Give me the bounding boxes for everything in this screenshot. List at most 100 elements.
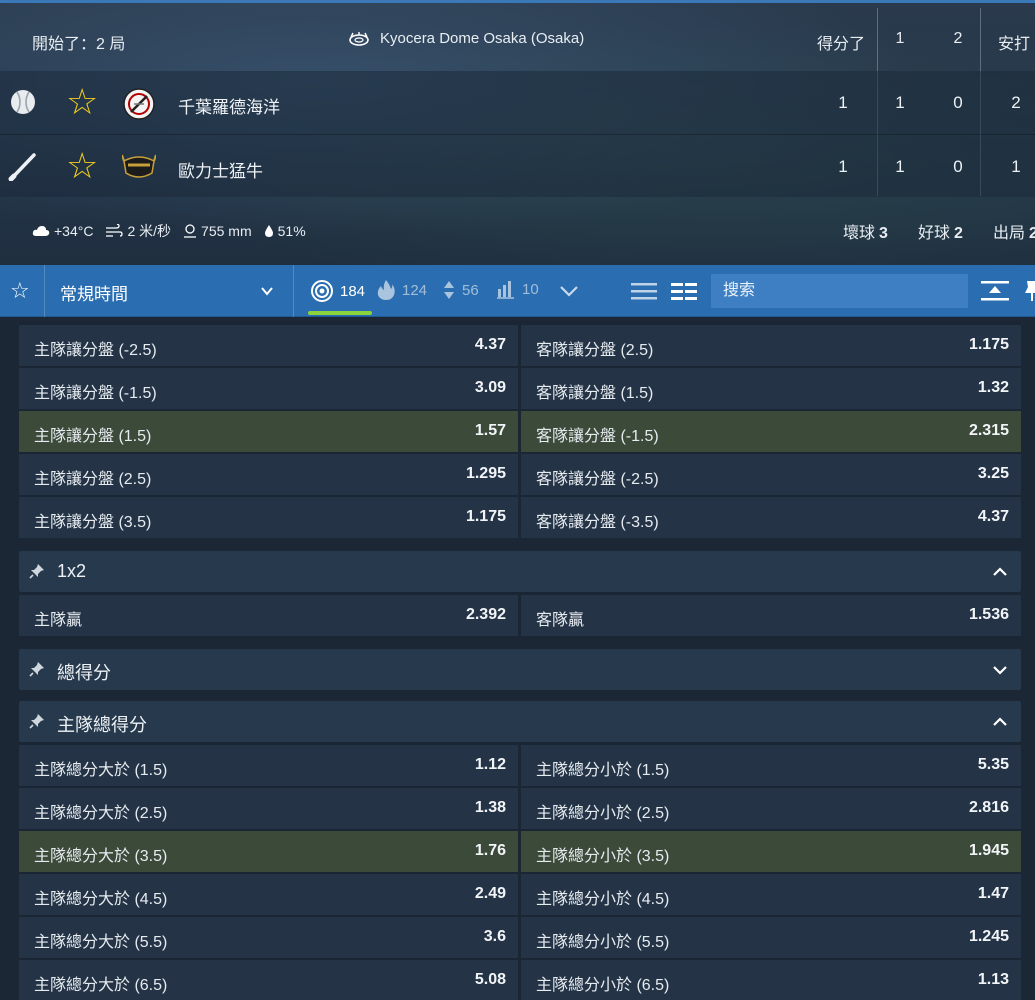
team-logo-marines [123,88,155,120]
odds-value: 3.25 [977,465,1009,482]
market-toolbar: ☆ 常規時間 184 124 56 10 [0,265,1035,317]
odds-button[interactable]: 主隊總分小於 (5.5) 1.245 [521,917,1021,958]
market-header[interactable]: 總得分 [19,649,1021,690]
odds-button[interactable]: 主隊總分小於 (6.5) 1.13 [521,960,1021,1000]
inning-2-label: 2 [953,30,963,47]
balls-count: 壞球 3 [843,219,888,243]
odds-value: 1.76 [474,842,506,859]
favorite-star-icon[interactable]: ☆ [10,279,34,303]
strikes-label: 好球 [918,225,951,242]
odds-value: 1.57 [474,422,506,439]
collapse-all-icon[interactable] [980,279,1010,303]
odds-label: 主隊總分小於 (4.5) [536,891,670,908]
odds-value: 1.12 [474,756,506,773]
list-view-icon[interactable] [630,279,658,303]
odds-label: 主隊總分小於 (3.5) [536,848,670,865]
strikes-count: 好球 2 [918,219,963,243]
stats-icon [497,281,514,299]
odds-value: 4.37 [977,508,1009,525]
filter-stats[interactable]: 10 [496,279,539,299]
pin-icon[interactable] [29,563,45,579]
odds-value: 3.6 [483,928,506,945]
cloud-icon [32,226,50,236]
chevron-down-icon[interactable] [991,661,1009,679]
odds-button[interactable]: 客隊讓分盤 (2.5) 1.175 [521,325,1021,366]
active-filter-indicator [308,311,372,315]
chevron-up-icon[interactable] [991,713,1009,731]
odds-button[interactable]: 主隊總分小於 (1.5) 5.35 [521,745,1021,786]
odds-button[interactable]: 主隊讓分盤 (2.5) 1.295 [19,454,518,495]
filter-popular[interactable]: 124 [376,279,427,301]
odds-value: 1.536 [968,606,1009,623]
outs-value: 2 [1029,225,1035,242]
odds-button[interactable]: 主隊讓分盤 (-1.5) 3.09 [19,368,518,409]
odds-button[interactable]: 主隊總分大於 (6.5) 5.08 [19,960,518,1000]
odds-label: 主隊總分大於 (5.5) [34,934,168,951]
odds-button[interactable]: 主隊總分小於 (2.5) 2.816 [521,788,1021,829]
weather-row: +34°C 2 米/秒 755 mm 51% 壞球 3 好球 2 出局 2 [0,197,1035,259]
odds-button[interactable]: 客隊讓分盤 (-2.5) 3.25 [521,454,1021,495]
odds-button[interactable]: 主隊讓分盤 (-2.5) 4.37 [19,325,518,366]
odds-button[interactable]: 主隊總分小於 (4.5) 1.47 [521,874,1021,915]
odds-value: 5.08 [474,971,506,988]
team-runs: 1 [838,93,848,112]
team-inning-1: 1 [895,157,905,176]
odds-value: 1.945 [968,842,1009,859]
odds-row: 主隊總分大於 (5.5) 3.6 主隊總分小於 (5.5) 1.245 [19,917,1021,959]
odds-label: 主隊讓分盤 (-1.5) [34,385,157,402]
pin-icon[interactable] [1022,279,1035,303]
pressure-icon [184,224,197,238]
odds-button[interactable]: 客隊贏 1.536 [521,595,1021,636]
venue-name: Kyocera Dome Osaka (Osaka) [380,30,585,47]
pin-icon[interactable] [29,661,45,677]
market-header[interactable]: 主隊總得分 [19,701,1021,742]
odds-button[interactable]: 客隊讓分盤 (-3.5) 4.37 [521,497,1021,538]
markets-list: 主隊讓分盤 (-2.5) 4.37 客隊讓分盤 (2.5) 1.175 主隊讓分… [0,318,1035,1000]
odds-label: 主隊總分小於 (2.5) [536,805,670,822]
odds-label: 主隊總分大於 (6.5) [34,977,168,994]
market-title: 1x2 [57,561,87,581]
team-inning-2: 0 [953,157,963,176]
odds-button[interactable]: 主隊總分大於 (4.5) 2.49 [19,874,518,915]
odds-label: 主隊讓分盤 (2.5) [34,471,152,488]
odds-label: 主隊贏 [34,612,83,629]
odds-value: 1.245 [968,928,1009,945]
market-title: 總得分 [57,663,111,683]
stadium-icon [349,31,369,46]
pin-icon[interactable] [29,713,45,729]
target-icon [311,280,333,302]
odds-label: 客隊讓分盤 (2.5) [536,342,654,359]
team-name: 千葉羅德海洋 [178,98,280,117]
bat-icon [8,153,36,181]
filter-all[interactable]: 184 [310,279,365,303]
two-column-view-icon[interactable] [670,279,698,303]
odds-row: 主隊讓分盤 (-1.5) 3.09 客隊讓分盤 (1.5) 1.32 [19,368,1021,410]
odds-button-highlighted[interactable]: 主隊總分大於 (3.5) 1.76 [19,831,518,872]
filter-handicap[interactable]: 56 [442,279,479,301]
odds-label: 主隊讓分盤 (-2.5) [34,342,157,359]
odds-button-highlighted[interactable]: 客隊讓分盤 (-1.5) 2.315 [521,411,1021,452]
odds-button[interactable]: 主隊總分大於 (2.5) 1.38 [19,788,518,829]
odds-button-highlighted[interactable]: 主隊總分小於 (3.5) 1.945 [521,831,1021,872]
chevron-down-icon[interactable] [558,283,580,299]
odds-value: 1.175 [465,508,506,525]
period-select[interactable]: 常規時間 [44,265,294,317]
odds-button[interactable]: 主隊總分大於 (1.5) 1.12 [19,745,518,786]
odds-button-highlighted[interactable]: 主隊讓分盤 (1.5) 1.57 [19,411,518,452]
odds-row: 主隊總分大於 (3.5) 1.76 主隊總分小於 (3.5) 1.945 [19,831,1021,873]
odds-value: 2.392 [465,606,506,623]
odds-button[interactable]: 主隊贏 2.392 [19,595,518,636]
favorite-star-icon[interactable]: ☆ [66,148,98,184]
venue: Kyocera Dome Osaka (Osaka) [348,30,584,47]
favorite-star-icon[interactable]: ☆ [66,84,98,120]
odds-value: 4.37 [474,336,506,353]
search-input[interactable] [711,274,968,308]
team-hits: 1 [1011,157,1021,176]
odds-button[interactable]: 主隊總分大於 (5.5) 3.6 [19,917,518,958]
odds-button[interactable]: 主隊讓分盤 (3.5) 1.175 [19,497,518,538]
chevron-up-icon[interactable] [991,563,1009,581]
humidity-icon [264,225,273,237]
team-row-away: ☆ 歐力士猛牛 1 1 0 1 [0,134,1035,197]
market-header[interactable]: 1x2 [19,551,1021,592]
odds-button[interactable]: 客隊讓分盤 (1.5) 1.32 [521,368,1021,409]
